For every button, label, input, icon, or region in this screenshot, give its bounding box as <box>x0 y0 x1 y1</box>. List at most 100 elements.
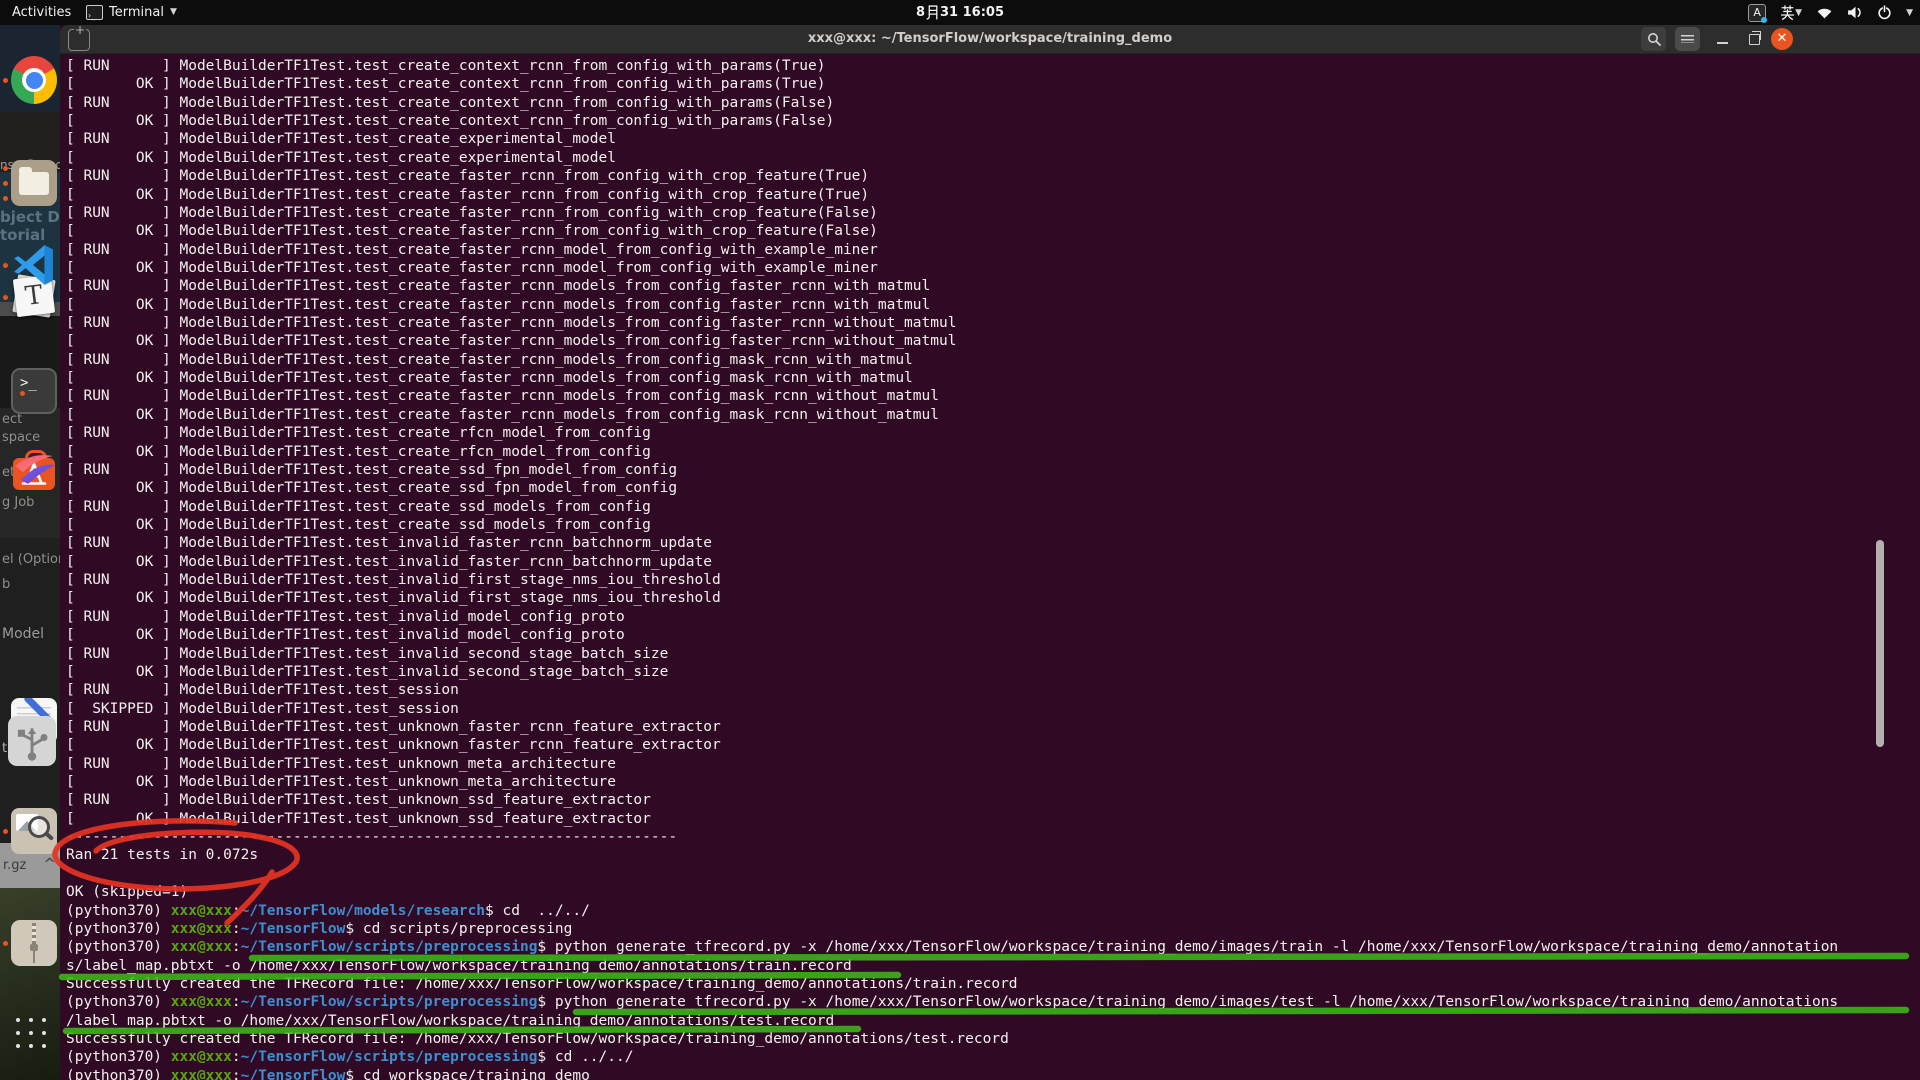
terminal-line: Successfully created the TFRecord file: … <box>66 1030 1920 1048</box>
terminal-line: [ OK ] ModelBuilderTF1Test.test_unknown_… <box>66 773 1920 791</box>
titlebar[interactable]: xxx@xxx: ~/TensorFlow/workspace/training… <box>60 25 1920 54</box>
running-indicator-dot <box>3 166 8 171</box>
restore-button[interactable] <box>1742 27 1767 51</box>
terminal-line: [ OK ] ModelBuilderTF1Test.test_unknown_… <box>66 736 1920 754</box>
tray-chevron-down-icon[interactable]: ▼ <box>1899 0 1920 25</box>
chevron-down-icon: ▼ <box>1795 8 1802 18</box>
terminal-line: [ RUN ] ModelBuilderTF1Test.test_invalid… <box>66 608 1920 626</box>
usb-symbol-icon <box>8 716 56 766</box>
terminal-line: [ RUN ] ModelBuilderTF1Test.test_create_… <box>66 424 1920 442</box>
terminal-line: [ RUN ] ModelBuilderTF1Test.test_create_… <box>66 351 1920 369</box>
terminal-line: [ OK ] ModelBuilderTF1Test.test_create_f… <box>66 222 1920 240</box>
terminal-line: [ RUN ] ModelBuilderTF1Test.test_create_… <box>66 314 1920 332</box>
terminal-line: [ RUN ] ModelBuilderTF1Test.test_create_… <box>66 461 1920 479</box>
terminal-line: [ RUN ] ModelBuilderTF1Test.test_create_… <box>66 498 1920 516</box>
clock-day-digit: 8 <box>916 0 925 25</box>
zipper-teeth <box>32 923 36 945</box>
terminal-line: [ RUN ] ModelBuilderTF1Test.test_create_… <box>66 277 1920 295</box>
dock-item-chrome[interactable] <box>11 56 57 104</box>
running-indicator-dot <box>3 829 8 834</box>
clock-time: 31 16:05 <box>940 0 1004 25</box>
running-indicator-dot <box>3 941 8 946</box>
terminal-line: [ RUN ] ModelBuilderTF1Test.test_create_… <box>66 387 1920 405</box>
terminal-line: s/label_map.pbtxt -o /home/xxx/TensorFlo… <box>66 957 1920 975</box>
system-tray: A ▼ <box>1741 0 1920 25</box>
clock[interactable]: 8 31 16:05 <box>0 0 1920 25</box>
show-applications-button[interactable] <box>16 1018 48 1050</box>
minimize-button[interactable] <box>1710 27 1735 51</box>
dock-item-graphics-app[interactable] <box>11 450 57 492</box>
terminal-line: [ OK ] ModelBuilderTF1Test.test_create_f… <box>66 296 1920 314</box>
dock-item-terminal[interactable]: >_ <box>11 368 57 414</box>
terminal-line: Successfully created the TFRecord file: … <box>66 975 1920 993</box>
zipper-slider <box>30 944 38 951</box>
dock-bg-segment <box>0 538 60 843</box>
terminal-line: /label_map.pbtxt -o /home/xxx/TensorFlow… <box>66 1012 1920 1030</box>
running-indicator-dot <box>20 391 25 396</box>
magnifier-handle <box>44 831 54 841</box>
terminal-line: [ RUN ] ModelBuilderTF1Test.test_create_… <box>66 167 1920 185</box>
terminal-line: [ RUN ] ModelBuilderTF1Test.test_create_… <box>66 94 1920 112</box>
dock: r.gz ^ nsorflow-obbject Detetorialectspa… <box>0 25 60 1080</box>
running-indicator-dot <box>3 295 8 300</box>
close-button[interactable]: ✕ <box>1771 28 1793 50</box>
cjk-month-glyph <box>926 5 939 20</box>
color-swoosh-icon <box>11 450 57 492</box>
terminal-output[interactable]: [ RUN ] ModelBuilderTF1Test.test_create_… <box>60 54 1920 1080</box>
menu-button[interactable] <box>1675 27 1700 51</box>
terminal-line: [ OK ] ModelBuilderTF1Test.test_create_e… <box>66 149 1920 167</box>
hamburger-icon <box>1681 35 1694 43</box>
minimize-icon <box>1717 42 1728 44</box>
terminal-line: [ RUN ] ModelBuilderTF1Test.test_invalid… <box>66 645 1920 663</box>
terminal-line: [ OK ] ModelBuilderTF1Test.test_create_f… <box>66 406 1920 424</box>
terminal-line: ----------------------------------------… <box>66 828 1920 846</box>
terminal-line: (python370) xxx@xxx:~/TensorFlow$ cd wor… <box>66 1067 1920 1080</box>
running-indicator-dot <box>3 78 8 83</box>
dock-item-vscode[interactable] <box>11 242 57 288</box>
dock-item-files[interactable] <box>11 160 57 206</box>
volume-icon[interactable] <box>1840 0 1870 25</box>
terminal-line: [ OK ] ModelBuilderTF1Test.test_create_f… <box>66 259 1920 277</box>
vscode-icon <box>11 242 57 288</box>
restore-icon <box>1749 34 1760 45</box>
desktop: Activities Terminal ▼ 8 31 16:05 A <box>0 0 1920 1080</box>
prompt-glyph: >_ <box>20 375 37 391</box>
terminal-line: [ RUN ] ModelBuilderTF1Test.test_unknown… <box>66 755 1920 773</box>
chevron-up-icon: ^ <box>43 855 56 873</box>
terminal-line: (python370) xxx@xxx:~/TensorFlow/scripts… <box>66 993 1920 1011</box>
terminal-line: Ran 21 tests in 0.072s <box>66 846 1920 864</box>
terminal-line: [ RUN ] ModelBuilderTF1Test.test_unknown… <box>66 791 1920 809</box>
input-lang-indicator[interactable]: ▼ <box>1773 0 1809 25</box>
terminal-line: [ OK ] ModelBuilderTF1Test.test_create_s… <box>66 516 1920 534</box>
terminal-line: (python370) xxx@xxx:~/TensorFlow/models/… <box>66 902 1920 920</box>
zipper-tape <box>33 951 35 963</box>
terminal-line: [ OK ] ModelBuilderTF1Test.test_unknown_… <box>66 810 1920 828</box>
search-icon <box>1647 32 1661 46</box>
power-icon[interactable] <box>1870 0 1899 25</box>
terminal-line: [ OK ] ModelBuilderTF1Test.test_create_f… <box>66 186 1920 204</box>
desktop-wallpaper <box>0 888 60 1080</box>
terminal-line: [ OK ] ModelBuilderTF1Test.test_invalid_… <box>66 553 1920 571</box>
terminal-line: [ OK ] ModelBuilderTF1Test.test_invalid_… <box>66 663 1920 681</box>
cjk-lang-glyph <box>1780 5 1795 20</box>
terminal-line: [ RUN ] ModelBuilderTF1Test.test_create_… <box>66 204 1920 222</box>
terminal-line: [ RUN ] ModelBuilderTF1Test.test_session <box>66 681 1920 699</box>
terminal-line: [ OK ] ModelBuilderTF1Test.test_create_f… <box>66 369 1920 387</box>
terminal-line: (python370) xxx@xxx:~/TensorFlow/scripts… <box>66 1048 1920 1066</box>
search-button[interactable] <box>1641 27 1666 51</box>
terminal-line: [ RUN ] ModelBuilderTF1Test.test_invalid… <box>66 534 1920 552</box>
terminal-line: [ OK ] ModelBuilderTF1Test.test_invalid_… <box>66 589 1920 607</box>
wifi-icon[interactable] <box>1809 0 1840 25</box>
dock-item-usb-drive[interactable] <box>8 716 56 766</box>
terminal-window: xxx@xxx: ~/TensorFlow/workspace/training… <box>60 25 1920 1080</box>
running-indicator-dot <box>3 181 8 186</box>
dock-item-archive-manager[interactable] <box>11 920 57 966</box>
scrollbar-thumb[interactable] <box>1876 540 1884 747</box>
terminal-line <box>66 865 1920 883</box>
input-method-icon[interactable]: A <box>1741 0 1773 25</box>
terminal-line: (python370) xxx@xxx:~/TensorFlow/scripts… <box>66 938 1920 956</box>
dock-item-image-viewer[interactable] <box>11 808 57 854</box>
terminal-line: [ OK ] ModelBuilderTF1Test.test_invalid_… <box>66 626 1920 644</box>
folder-icon <box>19 172 49 195</box>
download-filename: r.gz <box>0 858 26 873</box>
